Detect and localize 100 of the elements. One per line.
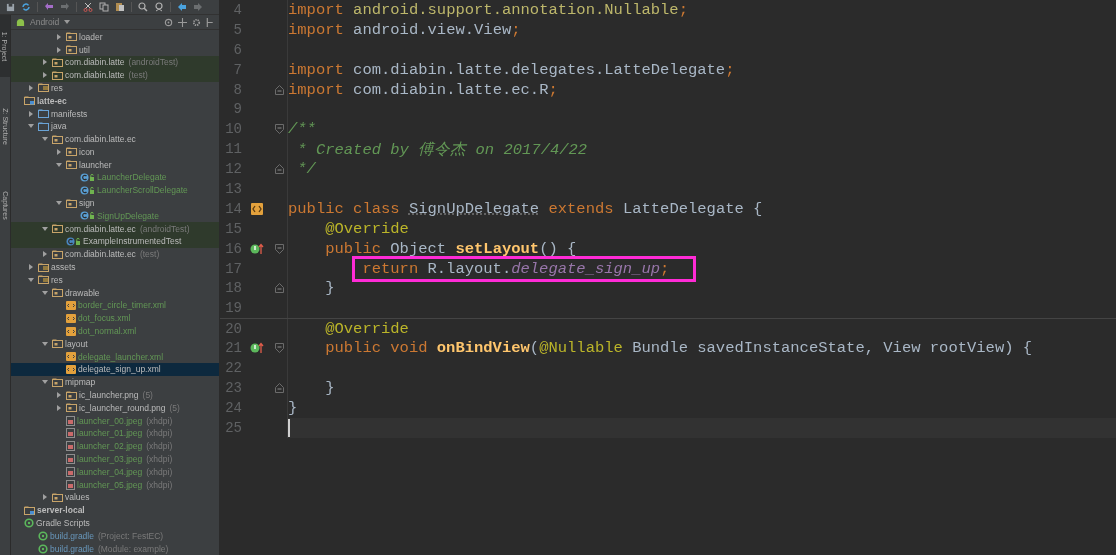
tree-row[interactable]: com.diabin.latte (androidTest) bbox=[11, 55, 219, 69]
save-icon[interactable] bbox=[6, 2, 15, 12]
line-number: 6 bbox=[232, 41, 242, 58]
expanded-arrow-icon[interactable] bbox=[41, 225, 48, 232]
tree-row[interactable]: values bbox=[11, 491, 219, 504]
tree-row[interactable]: drawable bbox=[11, 286, 219, 300]
tree-row[interactable]: mipmap bbox=[11, 375, 219, 389]
expanded-arrow-icon[interactable] bbox=[41, 289, 48, 296]
tree-item-label: delegate_sign_up.xml bbox=[78, 364, 161, 375]
gradle-icon bbox=[38, 530, 48, 541]
folder-icon bbox=[66, 147, 77, 157]
tree-item-detail: (androidTest) bbox=[139, 223, 190, 234]
code-line: public Object setLayout() { bbox=[325, 239, 577, 258]
paste-icon[interactable] bbox=[115, 2, 125, 12]
search-icon[interactable] bbox=[138, 2, 148, 12]
collapsed-arrow-icon[interactable] bbox=[27, 84, 34, 91]
tree-row[interactable]: dot_normal.xml bbox=[11, 324, 219, 338]
tree-row[interactable]: ic_launcher_round.png (5) bbox=[11, 401, 219, 415]
expanded-arrow-icon[interactable] bbox=[41, 340, 48, 347]
collapsed-arrow-icon[interactable] bbox=[55, 404, 62, 411]
tree-row[interactable]: border_circle_timer.xml bbox=[11, 299, 219, 312]
collapsed-arrow-icon[interactable] bbox=[27, 264, 34, 271]
tree-row[interactable]: com.diabin.latte.ec (androidTest) bbox=[11, 222, 219, 236]
tree-row[interactable]: SignUpDelegate bbox=[11, 209, 219, 223]
tree-row[interactable]: icon bbox=[11, 145, 219, 159]
folder-icon bbox=[52, 492, 63, 502]
tree-row[interactable]: sign bbox=[11, 196, 219, 210]
line-number: 7 bbox=[232, 61, 242, 78]
expanded-arrow-icon[interactable] bbox=[55, 161, 62, 168]
project-view-dropdown[interactable]: Android bbox=[30, 17, 60, 28]
tree-row[interactable]: latte-ec bbox=[11, 94, 219, 108]
tree-row[interactable]: loader bbox=[11, 30, 219, 44]
override-icon[interactable] bbox=[250, 242, 264, 255]
line-number: 14 bbox=[224, 200, 242, 217]
tree-row[interactable]: res bbox=[11, 273, 219, 287]
fold-marker-icon[interactable] bbox=[274, 164, 284, 175]
xml-file-icon bbox=[66, 364, 76, 374]
class-icon bbox=[66, 236, 81, 246]
tree-item-label: Gradle Scripts bbox=[36, 518, 90, 528]
tree-row[interactable]: Gradle Scripts bbox=[11, 516, 219, 530]
class-icon bbox=[80, 185, 95, 195]
dropdown-caret-icon[interactable] bbox=[64, 20, 71, 25]
hide-panel-icon[interactable] bbox=[206, 17, 214, 27]
undo-icon[interactable] bbox=[44, 2, 54, 12]
tree-row[interactable]: com.diabin.latte.ec bbox=[11, 132, 219, 146]
tree-row[interactable]: LauncherScrollDelegate bbox=[11, 183, 219, 197]
collapsed-arrow-icon[interactable] bbox=[41, 59, 48, 66]
tree-item-label: icon bbox=[79, 146, 95, 157]
fold-marker-icon[interactable] bbox=[274, 124, 284, 135]
xml-file-icon bbox=[66, 326, 76, 336]
collapsed-arrow-icon[interactable] bbox=[41, 494, 48, 501]
tree-item-label: mipmap bbox=[65, 377, 96, 388]
sync-icon[interactable] bbox=[21, 2, 31, 12]
line-number: 16 bbox=[224, 240, 242, 257]
collapsed-arrow-icon[interactable] bbox=[41, 251, 48, 258]
tree-item-label: launcher_02.jpeg bbox=[77, 441, 143, 452]
tree-row[interactable]: java bbox=[11, 119, 219, 133]
collapsed-arrow-icon[interactable] bbox=[55, 46, 62, 53]
folder-icon bbox=[38, 121, 49, 131]
fold-marker-icon[interactable] bbox=[274, 382, 284, 393]
expanded-arrow-icon[interactable] bbox=[27, 276, 34, 283]
tree-row[interactable]: util bbox=[11, 43, 219, 56]
tree-row[interactable]: server-local bbox=[11, 503, 219, 517]
expanded-arrow-icon[interactable] bbox=[41, 136, 48, 143]
tree-row[interactable]: res bbox=[11, 81, 219, 95]
folder-icon bbox=[52, 249, 63, 259]
forward-arrow-icon[interactable] bbox=[193, 2, 203, 12]
tree-row[interactable]: assets bbox=[11, 260, 219, 274]
collapsed-arrow-icon[interactable] bbox=[55, 392, 62, 399]
tree-row[interactable]: LauncherDelegate bbox=[11, 171, 219, 184]
tree-row[interactable]: ExampleInstrumentedTest bbox=[11, 235, 219, 248]
replace-icon[interactable] bbox=[154, 2, 164, 12]
collapsed-arrow-icon[interactable] bbox=[41, 72, 48, 79]
tree-row[interactable]: launcher bbox=[11, 158, 219, 172]
cut-icon[interactable] bbox=[83, 2, 93, 12]
tree-row[interactable]: layout bbox=[11, 337, 219, 351]
tree-item-label: java bbox=[51, 121, 67, 132]
code-line: */ bbox=[296, 160, 316, 179]
fold-marker-icon[interactable] bbox=[274, 84, 284, 95]
fold-marker-icon[interactable] bbox=[274, 343, 284, 354]
copy-icon[interactable] bbox=[99, 2, 109, 12]
redo-icon[interactable] bbox=[60, 2, 70, 12]
expanded-arrow-icon[interactable] bbox=[27, 123, 34, 130]
tree-row[interactable]: dot_focus.xml bbox=[11, 311, 219, 325]
expanded-arrow-icon[interactable] bbox=[41, 379, 48, 386]
collapsed-arrow-icon[interactable] bbox=[55, 33, 62, 40]
collapsed-arrow-icon[interactable] bbox=[27, 110, 34, 117]
tree-row[interactable]: manifests bbox=[11, 107, 219, 120]
back-arrow-icon[interactable] bbox=[177, 2, 187, 12]
override-icon[interactable] bbox=[250, 342, 264, 355]
tree-item-label: com.diabin.latte bbox=[65, 57, 125, 68]
tree-row[interactable]: delegate_sign_up.xml bbox=[11, 363, 219, 376]
layout-file-icon[interactable] bbox=[250, 201, 264, 216]
tree-item-label: com.diabin.latte bbox=[65, 70, 125, 81]
fold-marker-icon[interactable] bbox=[274, 243, 284, 254]
expanded-arrow-icon[interactable] bbox=[55, 200, 62, 207]
collapsed-arrow-icon[interactable] bbox=[55, 148, 62, 155]
fold-marker-icon[interactable] bbox=[274, 283, 284, 294]
target-icon[interactable] bbox=[164, 17, 173, 27]
tree-row[interactable]: delegate_launcher.xml bbox=[11, 350, 219, 364]
